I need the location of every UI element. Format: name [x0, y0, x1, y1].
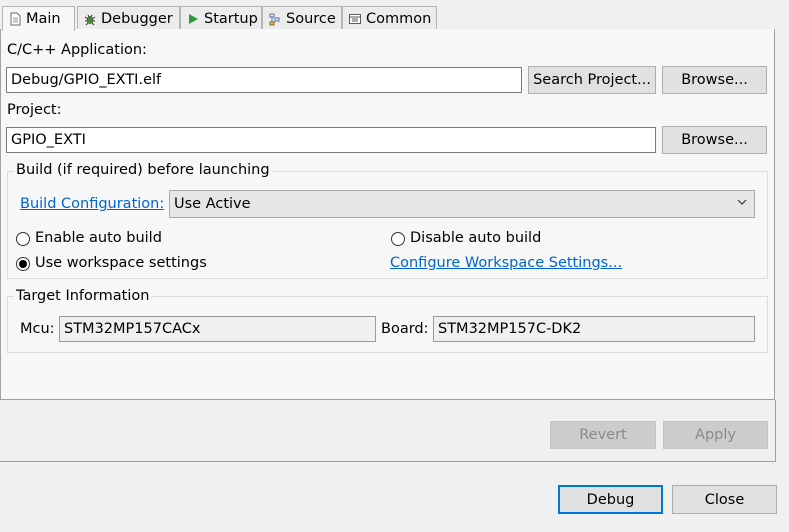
mcu-label: Mcu:	[20, 321, 55, 337]
tab-startup-label: Startup	[204, 10, 258, 27]
tab-debugger-label: Debugger	[101, 10, 173, 27]
tab-startup[interactable]: Startup	[180, 6, 262, 30]
bug-icon	[83, 12, 97, 26]
build-configuration-select[interactable]: Use Active	[169, 190, 755, 218]
application-field[interactable]: Debug/GPIO_EXTI.elf	[6, 67, 522, 93]
dialog-separator	[0, 461, 776, 462]
target-information-title: Target Information	[14, 288, 152, 304]
build-configuration-link[interactable]: Build Configuration:	[20, 196, 164, 212]
enable-auto-build-radio[interactable]	[16, 232, 30, 246]
disable-auto-build-radio[interactable]	[391, 232, 405, 246]
build-group-title: Build (if required) before launching	[14, 162, 272, 178]
browse-project-button[interactable]: Browse...	[662, 126, 767, 154]
mcu-field: STM32MP157CACx	[59, 316, 376, 342]
search-project-button[interactable]: Search Project...	[528, 66, 656, 94]
browse-application-button[interactable]: Browse...	[662, 66, 767, 94]
tab-common-label: Common	[366, 10, 432, 27]
project-label: Project:	[7, 102, 62, 118]
revert-button[interactable]: Revert	[550, 421, 656, 449]
configure-workspace-settings-link[interactable]: Configure Workspace Settings...	[390, 255, 622, 271]
application-label: C/C++ Application:	[7, 42, 147, 58]
tab-common[interactable]: Common	[342, 6, 437, 30]
source-icon	[268, 12, 282, 26]
tab-main[interactable]: Main	[2, 6, 75, 31]
use-workspace-settings-radio[interactable]	[16, 257, 30, 271]
apply-button[interactable]: Apply	[663, 421, 768, 449]
close-button[interactable]: Close	[672, 485, 777, 514]
tab-source[interactable]: Source	[262, 6, 342, 30]
use-workspace-settings-label: Use workspace settings	[35, 255, 207, 271]
document-icon	[8, 12, 22, 26]
tab-main-label: Main	[26, 11, 61, 27]
board-label: Board:	[381, 321, 429, 337]
play-icon	[186, 12, 200, 26]
window-icon	[348, 12, 362, 26]
build-configuration-value: Use Active	[174, 196, 251, 212]
project-field[interactable]: GPIO_EXTI	[6, 127, 656, 153]
disable-auto-build-label: Disable auto build	[410, 230, 542, 246]
tab-debugger[interactable]: Debugger	[77, 6, 180, 30]
chevron-down-icon	[737, 196, 747, 212]
tab-source-label: Source	[286, 10, 336, 27]
apply-revert-area	[0, 400, 776, 461]
board-field: STM32MP157C-DK2	[433, 316, 755, 342]
enable-auto-build-label: Enable auto build	[35, 230, 162, 246]
debug-button[interactable]: Debug	[558, 485, 663, 514]
